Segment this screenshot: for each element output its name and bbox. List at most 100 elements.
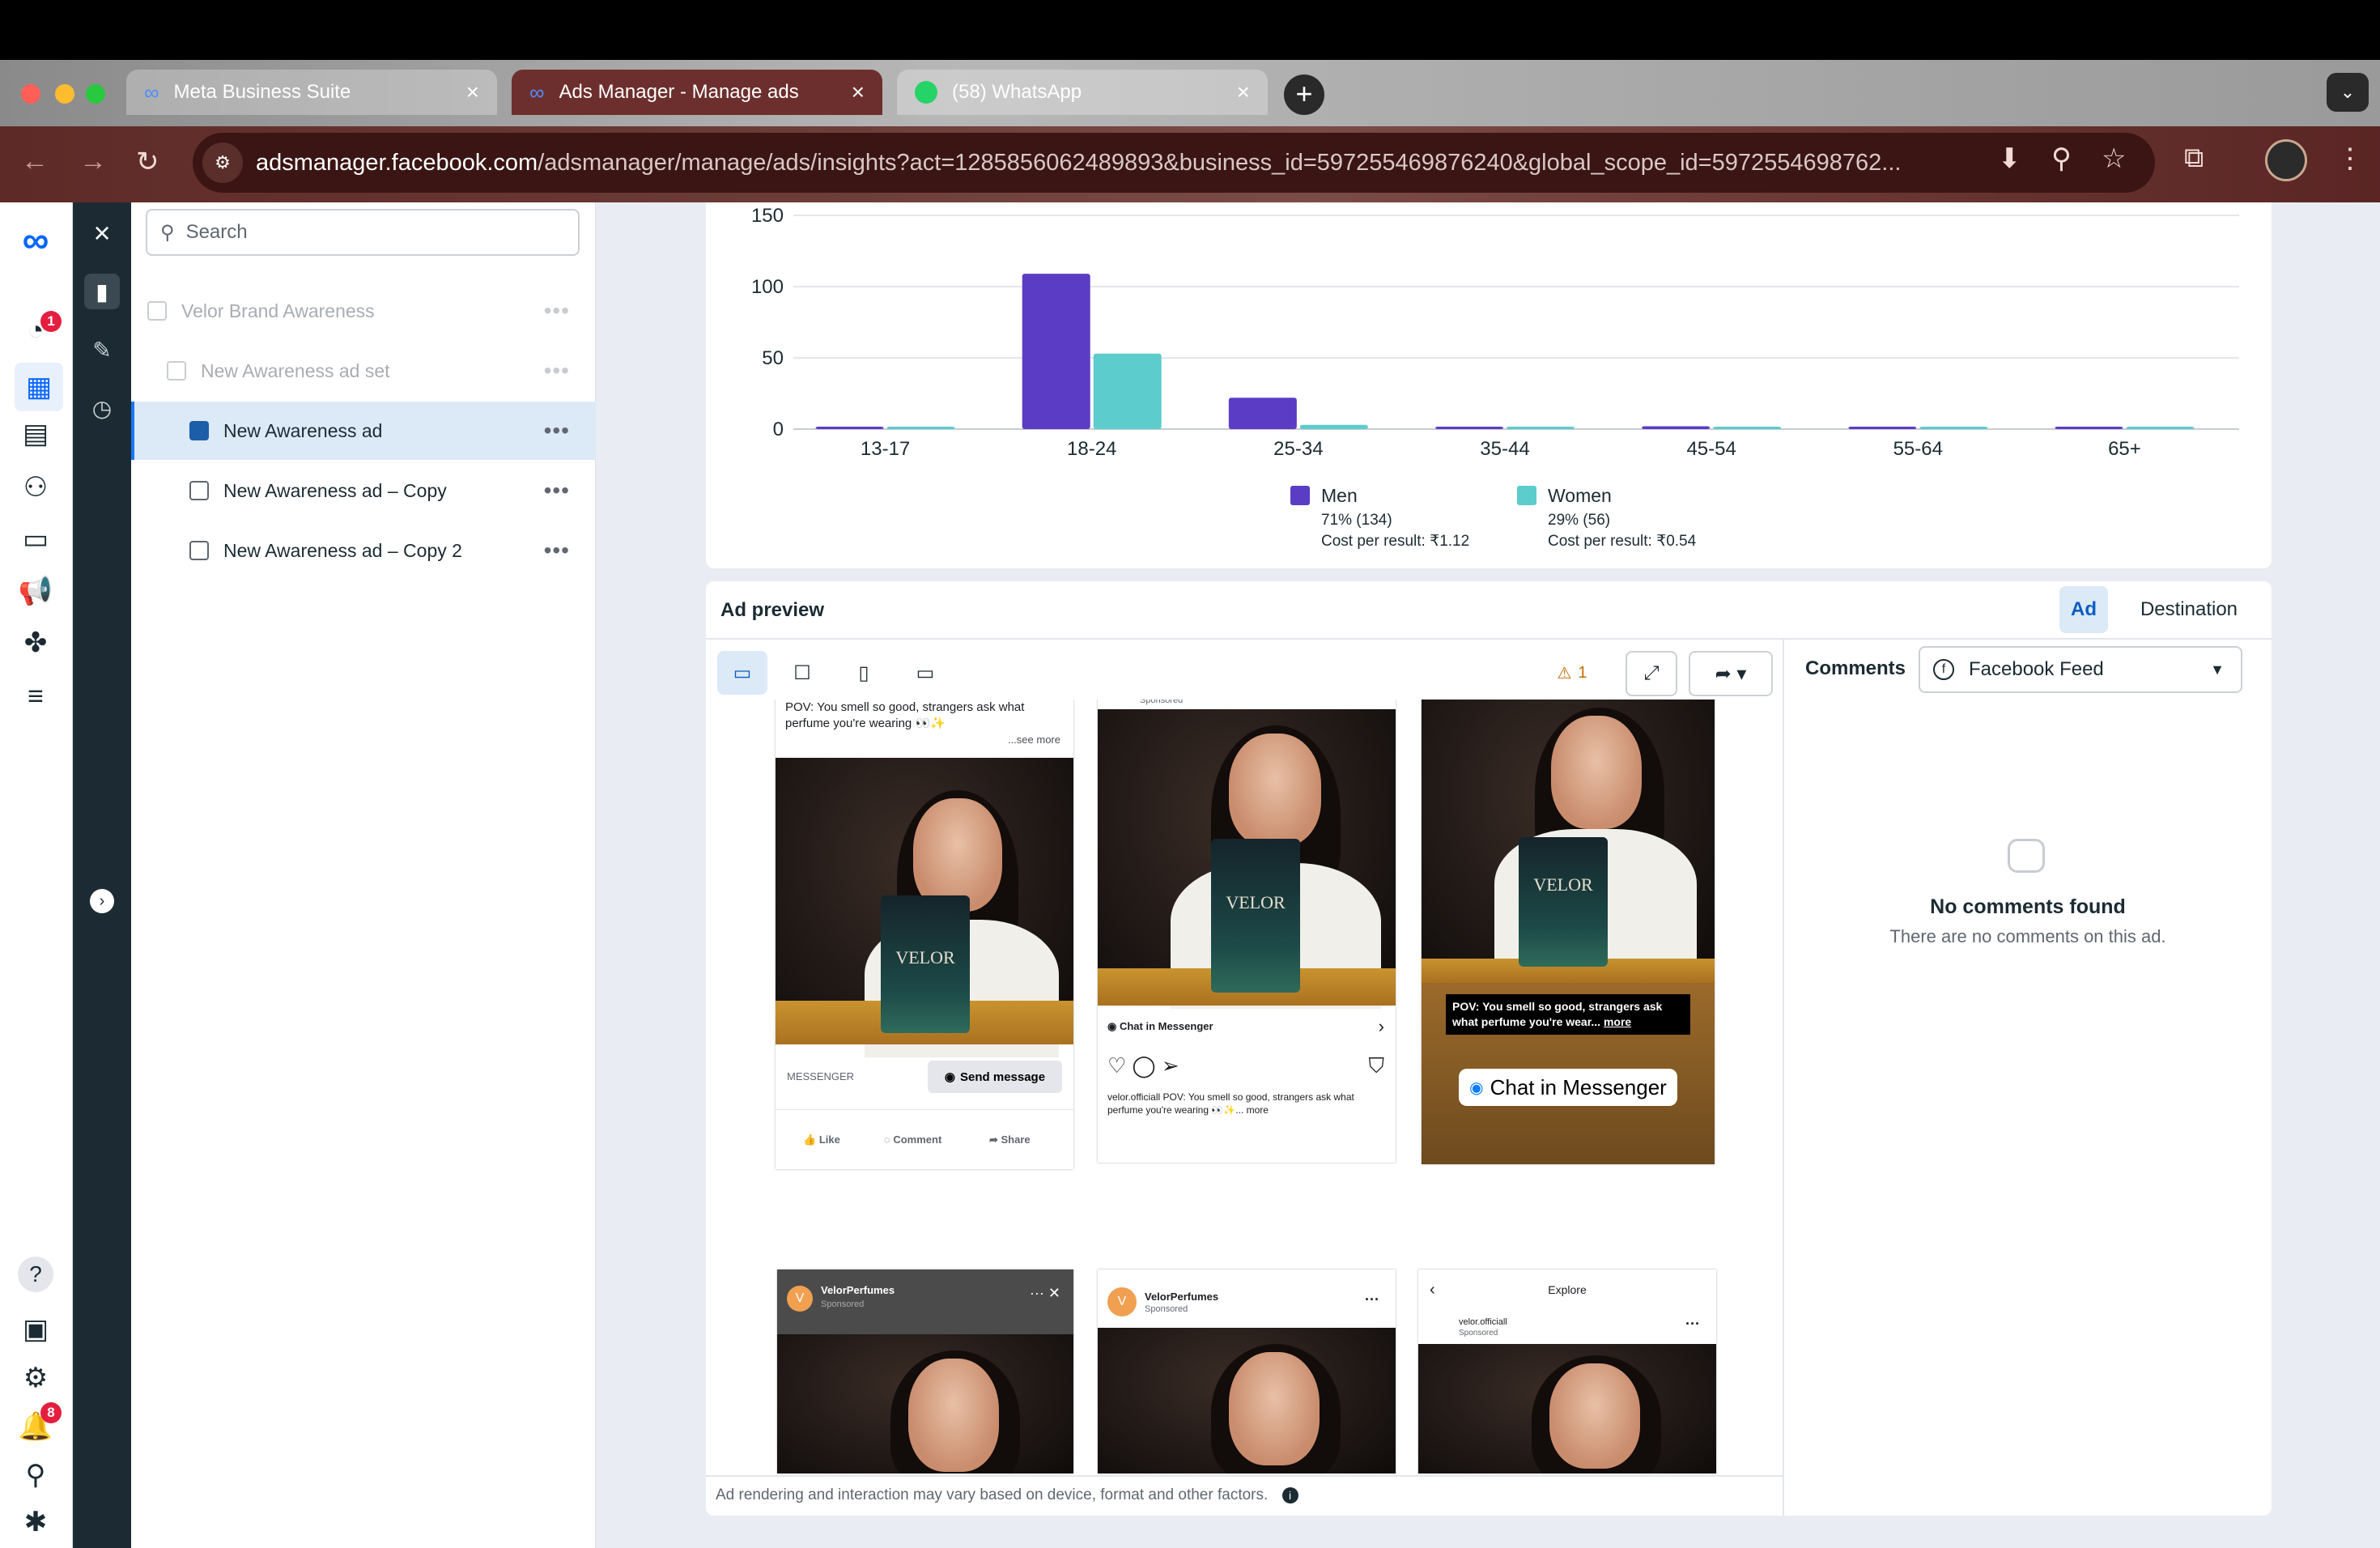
more-options-icon[interactable]: ••• (544, 538, 570, 563)
browser-tab-meta-business-suite[interactable]: ∞ Meta Business Suite × (126, 70, 497, 115)
story-chat-button[interactable]: ◉ Chat in Messenger (1459, 1069, 1677, 1106)
comment-button[interactable]: ◌ Comment (884, 1133, 941, 1147)
bug-report-icon[interactable]: ✱ (18, 1504, 53, 1540)
story-chat-label: Chat in Messenger (1490, 1074, 1667, 1099)
landscape-format-icon[interactable]: ▭ (903, 651, 947, 695)
close-tab-icon[interactable]: × (1237, 79, 1250, 105)
more-options-icon[interactable]: ••• (544, 418, 570, 444)
search-placeholder: Search (185, 221, 248, 243)
close-window-button[interactable] (21, 84, 40, 104)
see-more-link[interactable]: ...see more (1008, 734, 1060, 747)
demographics-chart-card: 0 50 100 150 13-17 18-24 25-34 35-44 45-54 55-64 6… (706, 202, 2272, 568)
url-host: adsmanager.facebook.com (256, 149, 538, 176)
back-arrow-icon[interactable]: ← (21, 146, 49, 177)
facebook-feed-preview[interactable]: POV: You smell so good, strangers ask wh… (776, 700, 1073, 1169)
tab-destination[interactable]: Destination (2118, 586, 2260, 633)
reload-icon[interactable]: ↻ (136, 146, 159, 178)
tab-ad[interactable]: Ad (2059, 586, 2108, 633)
bookmark-star-icon[interactable]: ☆ (2102, 142, 2126, 175)
instagram-explore-preview[interactable]: ‹ Explore velor.officiall Sponsored ··· (1418, 1269, 1716, 1474)
settings-gear-icon[interactable]: ⚙ (18, 1360, 53, 1396)
install-app-icon[interactable]: ⬇ (1998, 142, 2021, 175)
close-tab-icon[interactable]: × (466, 79, 479, 105)
share-dropdown-button[interactable]: ➦ ▾ (1689, 651, 1773, 696)
search-icon[interactable]: ⚲ (18, 1457, 53, 1493)
more-options-icon[interactable]: ••• (544, 358, 570, 384)
square-format-icon[interactable]: ☐ (780, 651, 824, 695)
forward-arrow-icon[interactable]: → (79, 146, 107, 177)
chat-in-messenger-row[interactable]: ◉ Chat in Messenger (1107, 1020, 1213, 1034)
ads-manager-table-icon[interactable]: ▦ (15, 363, 63, 411)
all-tools-menu-icon[interactable]: ≡ (18, 678, 53, 714)
more-options-icon[interactable]: ••• (544, 478, 570, 504)
browser-tab-ads-manager[interactable]: ∞ Ads Manager - Manage ads × (512, 70, 882, 115)
search-input[interactable]: ⚲ Search (146, 209, 580, 256)
tree-item-ad-selected[interactable]: New Awareness ad ••• (131, 402, 596, 460)
insights-chart-icon[interactable]: ▮ (84, 274, 120, 309)
expand-chevron-icon[interactable]: › (90, 889, 114, 913)
y-tick-label: 150 (751, 205, 784, 227)
tree-item-adset[interactable]: New Awareness ad set ••• (131, 342, 596, 400)
share-button[interactable]: ➦ Share (989, 1133, 1031, 1147)
story-more-link[interactable]: more (1604, 1015, 1631, 1028)
help-icon[interactable]: ? (18, 1257, 53, 1292)
video-feed-preview[interactable]: V VelorPerfumes Sponsored ··· ✕ (777, 1269, 1073, 1474)
more-options-icon[interactable]: ••• (544, 298, 570, 324)
close-panel-icon[interactable]: × (84, 215, 120, 251)
megaphone-icon[interactable]: 📢 (18, 573, 53, 609)
x-tick-label: 25-34 (1273, 438, 1323, 460)
story-preview[interactable]: VELOR POV: You smell so good, strangers … (1422, 700, 1715, 1164)
placement-previews: POV: You smell so good, strangers ask wh… (706, 700, 1783, 1474)
new-tab-button[interactable]: + (1284, 74, 1324, 115)
age-gender-bar-chart: 0 50 100 150 13-17 18-24 25-34 35-44 45-54 55-64 6… (751, 205, 2239, 550)
tree-item-ad-copy[interactable]: New Awareness ad – Copy ••• (131, 461, 596, 520)
billing-icon[interactable]: ▭ (18, 521, 53, 557)
warning-indicator[interactable]: ⚠ 1 (1540, 651, 1604, 695)
insta-handle: velor.officiall (1459, 1317, 1507, 1327)
sponsored-label: Sponsored (1145, 1304, 1188, 1314)
facebook-reels-preview[interactable]: V VelorPerfumes Sponsored ··· (1098, 1269, 1396, 1474)
browser-tab-whatsapp[interactable]: (58) WhatsApp × (897, 70, 1268, 115)
brand-text: VELOR (1226, 892, 1286, 912)
info-icon[interactable]: i (1281, 1487, 1298, 1503)
mobile-format-icon[interactable]: ▯ (842, 651, 886, 695)
more-options-icon[interactable]: ··· (1685, 1315, 1700, 1333)
close-icon[interactable]: ··· ✕ (1030, 1284, 1060, 1303)
expand-icon[interactable]: ⤢ (1626, 651, 1677, 696)
brand-text: VELOR (1533, 874, 1593, 895)
tree-item-ad-copy-2[interactable]: New Awareness ad – Copy 2 ••• (131, 521, 596, 580)
browser-menu-icon[interactable]: ⋮ (2336, 142, 2364, 175)
x-tick-label: 65+ (2108, 438, 2141, 460)
more-options-icon[interactable]: ··· (1365, 1291, 1379, 1309)
campaigns-icon[interactable]: ▤ (18, 416, 53, 452)
x-tick-label: 13-17 (861, 438, 910, 460)
zoom-icon[interactable]: ⚲ (2051, 142, 2072, 175)
reports-icon[interactable]: ▣ (18, 1312, 53, 1347)
close-tab-icon[interactable]: × (852, 79, 865, 105)
site-info-icon[interactable]: ⚙ (202, 142, 243, 183)
placement-select[interactable]: f Facebook Feed ▼ (1919, 646, 2242, 693)
all-placements-icon[interactable]: ▭ (717, 651, 767, 695)
tab-search-chevron-icon[interactable]: ⌄ (2327, 73, 2369, 112)
send-message-button[interactable]: ◉ Send message (928, 1061, 1062, 1093)
maximize-window-button[interactable] (86, 84, 105, 104)
tree-item-campaign[interactable]: Velor Brand Awareness ••• (131, 282, 596, 340)
instagram-actions-icons[interactable]: ♡ ◯ ➢ (1107, 1053, 1179, 1080)
tree-item-label: New Awareness ad – Copy (223, 479, 447, 501)
edit-pencil-icon[interactable]: ✎ (84, 332, 120, 368)
bar-women-45-54 (1713, 427, 1782, 429)
ad-preview-title: Ad preview (720, 599, 825, 621)
profile-avatar[interactable] (2265, 139, 2307, 181)
business-tools-icon[interactable]: ✤ (18, 625, 53, 661)
audiences-icon[interactable]: ⚇ (18, 470, 53, 505)
history-clock-icon[interactable]: ◷ (84, 390, 120, 426)
like-button[interactable]: 👍 Like (803, 1133, 840, 1147)
minimize-window-button[interactable] (55, 84, 74, 104)
extensions-icon[interactable]: ⧉ (2184, 142, 2204, 174)
x-tick-label: 45-54 (1686, 438, 1736, 460)
address-bar[interactable]: ⚙ adsmanager.facebook.com/adsmanager/man… (193, 133, 2155, 193)
save-bookmark-icon[interactable]: ⛉ (1368, 1053, 1384, 1080)
instagram-feed-preview[interactable]: Sponsored VELOR ◉ Chat in Messenger › ♡ … (1098, 700, 1396, 1163)
y-tick-label: 0 (773, 419, 784, 440)
meta-logo-icon[interactable]: ∞ (18, 219, 53, 261)
